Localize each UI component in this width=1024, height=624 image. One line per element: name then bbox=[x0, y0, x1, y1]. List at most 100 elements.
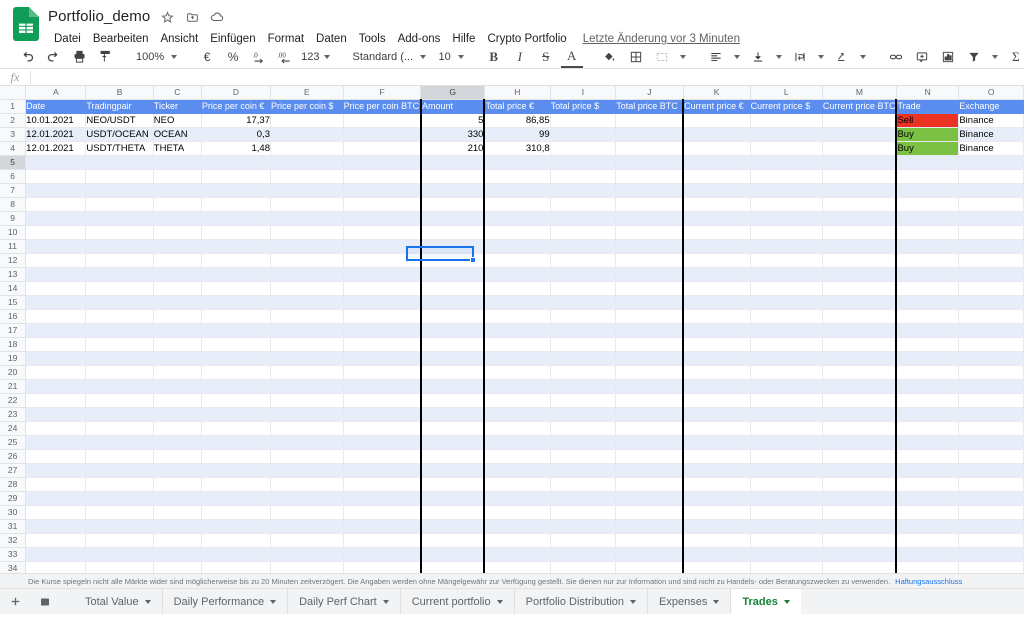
table-row[interactable]: 5 bbox=[0, 154, 1024, 170]
data-cell-trade[interactable]: Buy bbox=[895, 126, 960, 142]
empty-cell[interactable] bbox=[25, 378, 87, 394]
row-header-27[interactable]: 27 bbox=[0, 462, 27, 478]
row-header-11[interactable]: 11 bbox=[0, 238, 27, 254]
empty-cell[interactable] bbox=[682, 434, 751, 450]
empty-cell[interactable] bbox=[821, 322, 897, 338]
data-cell-pair[interactable]: USDT/THETA bbox=[85, 140, 154, 156]
empty-cell[interactable] bbox=[25, 532, 87, 548]
column-header-c[interactable]: C bbox=[152, 86, 202, 100]
vertical-align-icon[interactable] bbox=[747, 46, 769, 68]
empty-cell[interactable] bbox=[821, 560, 897, 573]
empty-cell[interactable] bbox=[483, 560, 551, 573]
empty-cell[interactable] bbox=[25, 406, 87, 422]
table-row[interactable]: 29 bbox=[0, 490, 1024, 506]
chevron-down-icon[interactable] bbox=[144, 599, 151, 604]
empty-cell[interactable] bbox=[483, 336, 551, 352]
empty-cell[interactable] bbox=[85, 518, 154, 534]
empty-cell[interactable] bbox=[958, 182, 1024, 198]
column-header-k[interactable]: K bbox=[682, 86, 751, 100]
empty-cell[interactable] bbox=[483, 364, 551, 380]
data-cell-exchange[interactable]: Binance bbox=[958, 126, 1024, 142]
table-row[interactable]: 16 bbox=[0, 308, 1024, 324]
formula-input[interactable] bbox=[31, 69, 1024, 85]
empty-cell[interactable] bbox=[549, 406, 617, 422]
empty-cell[interactable] bbox=[152, 210, 202, 226]
empty-cell[interactable] bbox=[958, 434, 1024, 450]
empty-cell[interactable] bbox=[200, 504, 271, 520]
empty-cell[interactable] bbox=[200, 476, 271, 492]
empty-cell[interactable] bbox=[483, 322, 551, 338]
empty-cell[interactable] bbox=[85, 154, 154, 170]
empty-cell[interactable] bbox=[615, 560, 684, 573]
undo-icon[interactable] bbox=[16, 46, 38, 68]
empty-cell[interactable] bbox=[821, 462, 897, 478]
empty-cell[interactable] bbox=[749, 196, 823, 212]
empty-cell[interactable] bbox=[958, 350, 1024, 366]
row-header-3[interactable]: 3 bbox=[0, 126, 27, 142]
empty-cell[interactable] bbox=[269, 336, 344, 352]
empty-cell[interactable] bbox=[749, 294, 823, 310]
empty-cell[interactable] bbox=[821, 210, 897, 226]
empty-cell[interactable] bbox=[682, 532, 751, 548]
empty-cell[interactable] bbox=[419, 518, 486, 534]
empty-cell[interactable] bbox=[895, 280, 960, 296]
empty-cell[interactable] bbox=[682, 224, 751, 240]
table-row[interactable]: 14 bbox=[0, 280, 1024, 296]
empty-cell[interactable] bbox=[895, 364, 960, 380]
empty-cell[interactable] bbox=[483, 546, 551, 562]
empty-cell[interactable] bbox=[200, 462, 271, 478]
euro-currency-icon[interactable]: € bbox=[196, 46, 218, 68]
empty-cell[interactable] bbox=[821, 196, 897, 212]
empty-cell[interactable] bbox=[152, 420, 202, 436]
empty-cell[interactable] bbox=[615, 168, 684, 184]
filter-icon[interactable] bbox=[963, 46, 985, 68]
select-all-corner[interactable] bbox=[0, 86, 27, 100]
empty-cell[interactable] bbox=[200, 182, 271, 198]
empty-cell[interactable] bbox=[549, 434, 617, 450]
row-header-1[interactable]: 1 bbox=[0, 98, 27, 114]
empty-cell[interactable] bbox=[483, 378, 551, 394]
empty-cell[interactable] bbox=[549, 560, 617, 573]
empty-cell[interactable] bbox=[549, 364, 617, 380]
row-header-16[interactable]: 16 bbox=[0, 308, 27, 324]
empty-cell[interactable] bbox=[615, 532, 684, 548]
empty-cell[interactable] bbox=[342, 308, 422, 324]
empty-cell[interactable] bbox=[749, 308, 823, 324]
table-row[interactable]: 30 bbox=[0, 504, 1024, 520]
empty-cell[interactable] bbox=[895, 532, 960, 548]
empty-cell[interactable] bbox=[895, 518, 960, 534]
empty-cell[interactable] bbox=[483, 504, 551, 520]
empty-cell[interactable] bbox=[821, 364, 897, 380]
empty-cell[interactable] bbox=[821, 182, 897, 198]
column-title-cell[interactable]: Price per coin $ bbox=[269, 98, 344, 114]
empty-cell[interactable] bbox=[483, 392, 551, 408]
empty-cell[interactable] bbox=[419, 504, 486, 520]
row-header-25[interactable]: 25 bbox=[0, 434, 27, 450]
empty-cell[interactable] bbox=[615, 238, 684, 254]
empty-cell[interactable] bbox=[342, 196, 422, 212]
empty-cell[interactable] bbox=[152, 294, 202, 310]
empty-cell[interactable] bbox=[549, 518, 617, 534]
fill-color-icon[interactable] bbox=[599, 46, 621, 68]
google-sheets-icon[interactable] bbox=[12, 6, 40, 42]
empty-cell[interactable] bbox=[419, 224, 486, 240]
chevron-down-icon[interactable] bbox=[630, 599, 637, 604]
empty-cell[interactable] bbox=[152, 434, 202, 450]
merge-cells-dropdown[interactable] bbox=[675, 47, 691, 67]
empty-cell[interactable] bbox=[483, 238, 551, 254]
empty-cell[interactable] bbox=[682, 322, 751, 338]
disclaimer-link[interactable]: Haftungsausschluss bbox=[895, 577, 962, 586]
empty-cell[interactable] bbox=[25, 490, 87, 506]
table-row[interactable]: 28 bbox=[0, 476, 1024, 492]
empty-cell[interactable] bbox=[152, 350, 202, 366]
empty-cell[interactable] bbox=[269, 532, 344, 548]
data-cell-total_btc[interactable] bbox=[615, 140, 684, 156]
empty-cell[interactable] bbox=[483, 532, 551, 548]
text-rotation-icon[interactable] bbox=[831, 46, 853, 68]
row-header-20[interactable]: 20 bbox=[0, 364, 27, 380]
empty-cell[interactable] bbox=[25, 560, 87, 573]
empty-cell[interactable] bbox=[200, 294, 271, 310]
row-header-33[interactable]: 33 bbox=[0, 546, 27, 562]
empty-cell[interactable] bbox=[821, 378, 897, 394]
empty-cell[interactable] bbox=[85, 224, 154, 240]
